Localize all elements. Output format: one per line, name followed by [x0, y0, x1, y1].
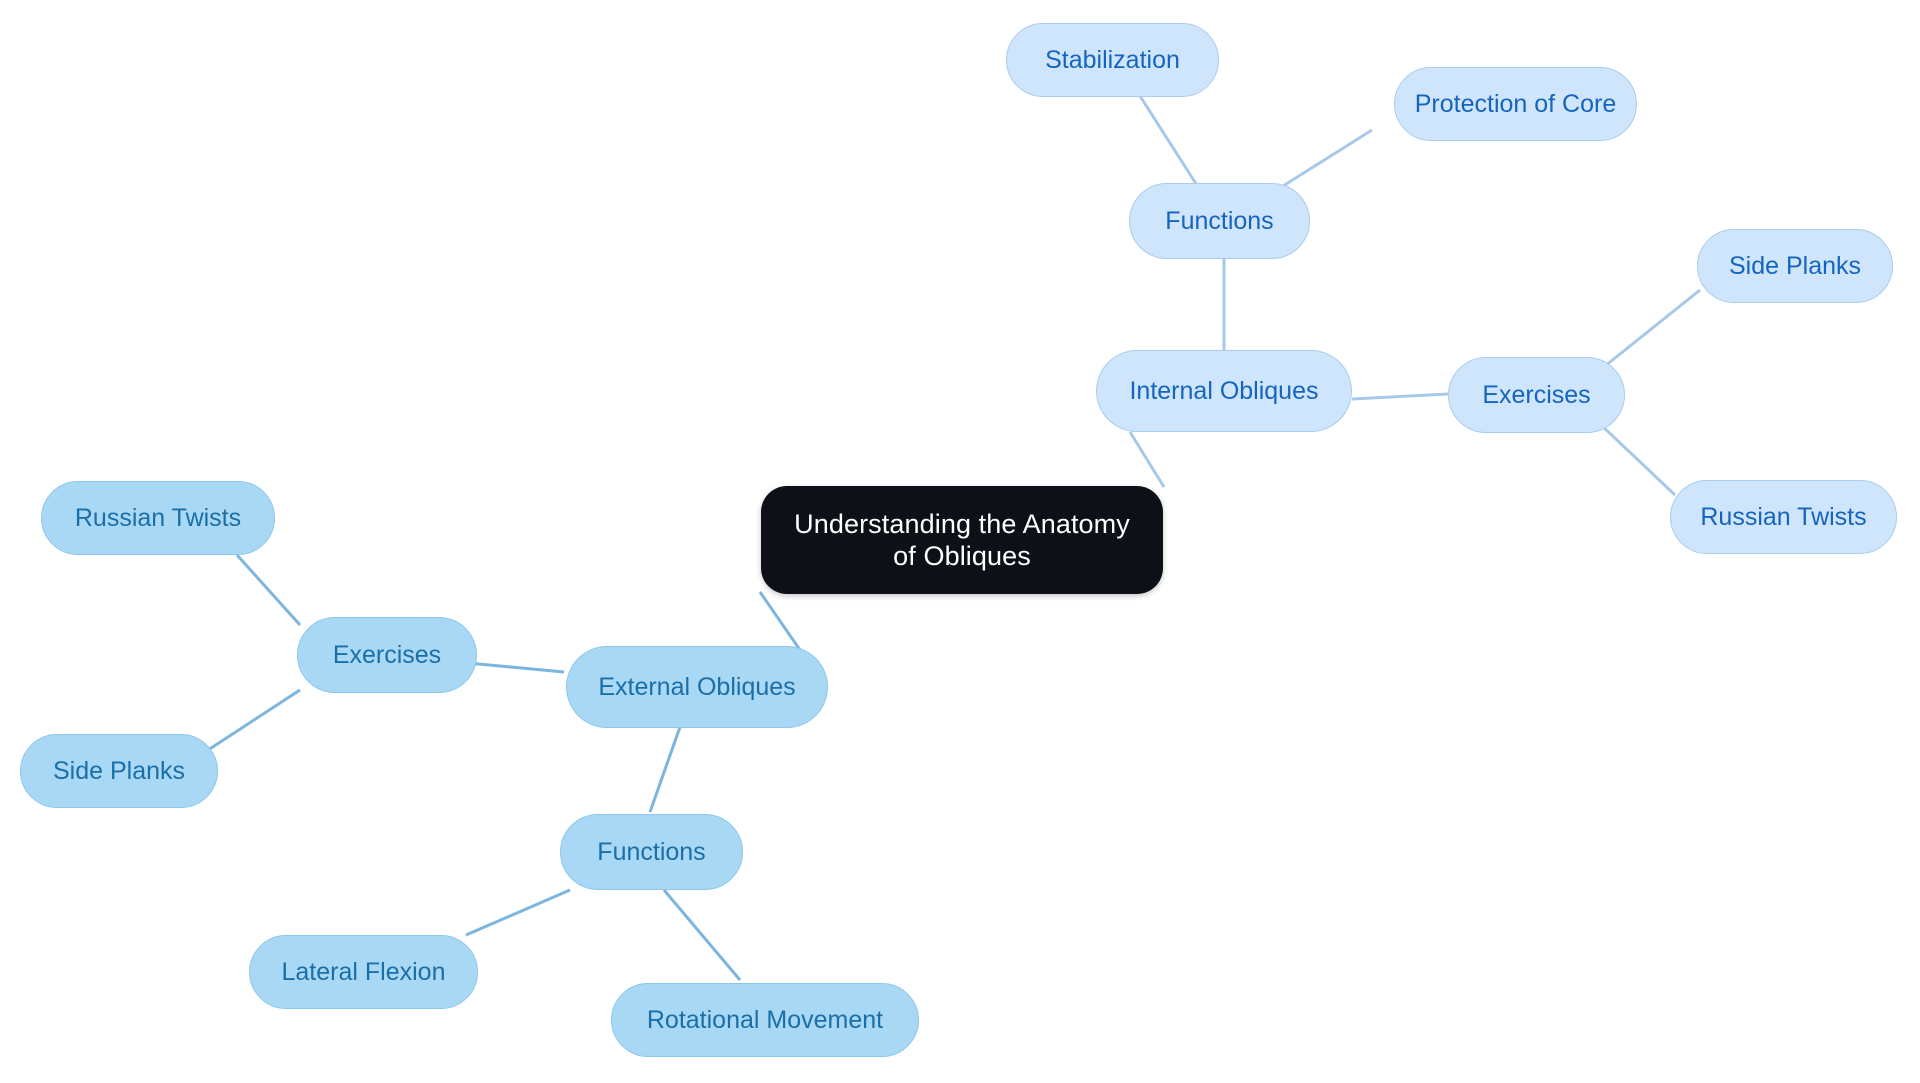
node-external-exercises[interactable]: Exercises: [297, 617, 477, 693]
node-rotational-movement[interactable]: Rotational Movement: [611, 983, 919, 1057]
node-protection-of-core-label: Protection of Core: [1414, 90, 1617, 118]
node-external-side-planks-label: Side Planks: [52, 757, 186, 785]
node-external-russian-twists-label: Russian Twists: [74, 504, 242, 532]
node-external-exercises-label: Exercises: [332, 641, 442, 669]
node-internal-side-planks-label: Side Planks: [1728, 252, 1862, 280]
node-internal-obliques[interactable]: Internal Obliques: [1096, 350, 1352, 432]
node-external-obliques-label: External Obliques: [598, 673, 796, 701]
edge-external-exercises-to-russian-twists: [235, 553, 302, 627]
node-internal-functions-label: Functions: [1165, 207, 1274, 235]
node-stabilization-label: Stabilization: [1045, 46, 1180, 74]
edge-internal-exercises-to-side-planks: [1599, 288, 1701, 372]
node-central-label: Understanding the Anatomy of Obliques: [794, 508, 1130, 571]
edge-central-to-external-obliques: [758, 591, 802, 651]
node-internal-russian-twists[interactable]: Russian Twists: [1670, 480, 1897, 554]
node-external-functions[interactable]: Functions: [560, 814, 743, 890]
node-internal-side-planks[interactable]: Side Planks: [1697, 229, 1893, 303]
node-external-side-planks[interactable]: Side Planks: [20, 734, 218, 808]
node-central[interactable]: Understanding the Anatomy of Obliques: [761, 486, 1163, 594]
node-internal-exercises-label: Exercises: [1482, 381, 1591, 409]
node-lateral-flexion-label: Lateral Flexion: [281, 958, 446, 986]
node-rotational-movement-label: Rotational Movement: [646, 1006, 884, 1034]
edge-external-obliques-to-functions: [648, 726, 682, 813]
edge-internal-functions-to-stabilization: [1138, 95, 1202, 191]
node-internal-russian-twists-label: Russian Twists: [1700, 503, 1867, 531]
node-external-obliques[interactable]: External Obliques: [566, 646, 828, 728]
edge-internal-obliques-to-exercises: [1351, 392, 1449, 401]
mindmap-canvas: Understanding the Anatomy of Obliques In…: [0, 0, 1920, 1083]
node-external-russian-twists[interactable]: Russian Twists: [41, 481, 275, 555]
node-internal-obliques-label: Internal Obliques: [1129, 377, 1319, 405]
node-external-functions-label: Functions: [597, 838, 706, 866]
edge-external-exercises-to-side-planks: [204, 688, 301, 754]
node-lateral-flexion[interactable]: Lateral Flexion: [249, 935, 478, 1009]
node-protection-of-core[interactable]: Protection of Core: [1394, 67, 1637, 141]
node-internal-exercises[interactable]: Exercises: [1448, 357, 1625, 433]
node-internal-functions[interactable]: Functions: [1129, 183, 1310, 259]
edge-central-to-internal-obliques: [1128, 431, 1166, 488]
edge-external-functions-to-rotational-movement: [662, 889, 742, 981]
edge-internal-functions-to-protection-of-core: [1282, 128, 1373, 188]
node-stabilization[interactable]: Stabilization: [1006, 23, 1219, 97]
edge-external-functions-to-lateral-flexion: [465, 888, 571, 937]
edge-internal-exercises-to-russian-twists: [1598, 422, 1677, 497]
